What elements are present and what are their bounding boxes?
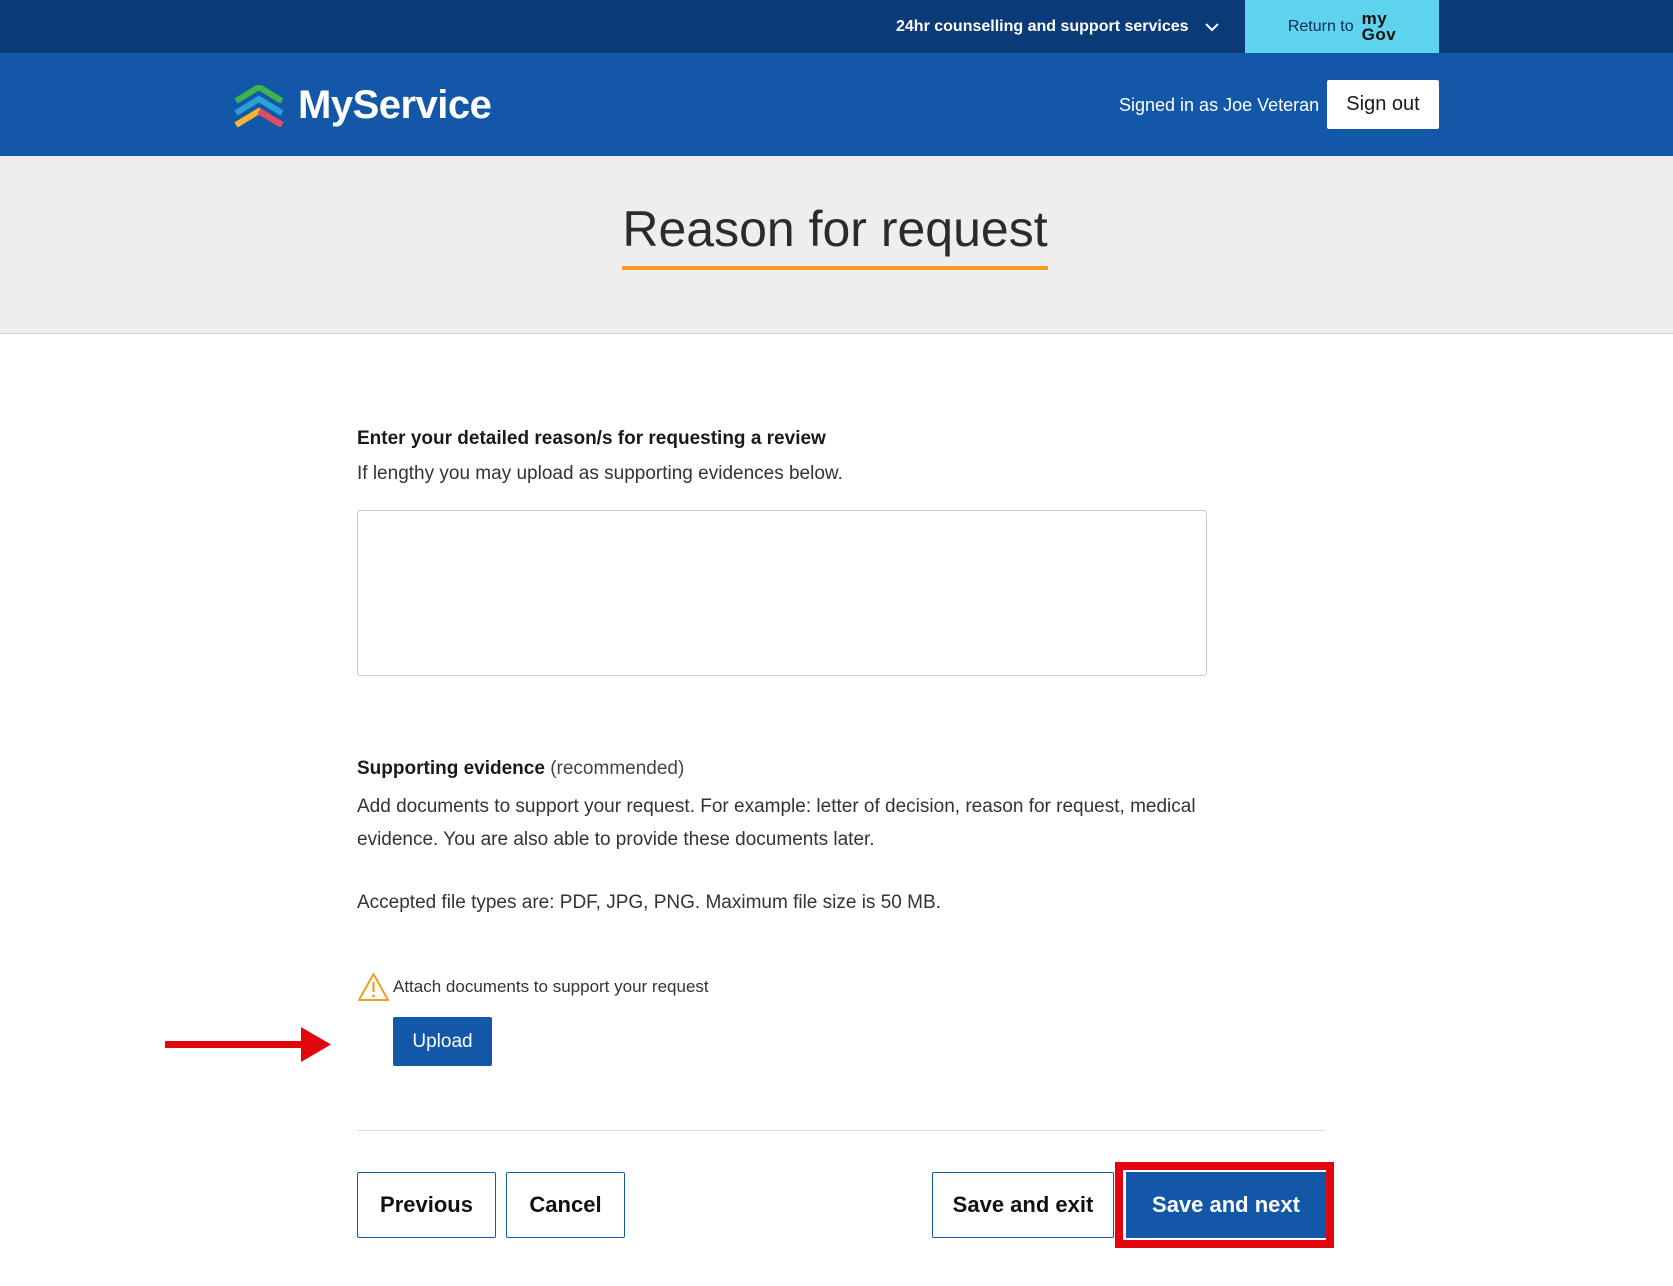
mygov-logo: my Gov (1361, 10, 1397, 44)
chevron-down-icon (1204, 22, 1219, 31)
save-and-next-button[interactable]: Save and next (1126, 1172, 1326, 1238)
reason-textarea[interactable] (357, 510, 1207, 676)
brand-name: MyService (298, 83, 492, 127)
myservice-chevron-icon (234, 84, 284, 127)
evidence-title-suffix: (recommended) (550, 758, 685, 779)
reason-hint: If lengthy you may upload as supporting … (357, 463, 843, 484)
upload-button[interactable]: Upload (393, 1017, 492, 1066)
site-header: MyService Signed in as Joe Veteran Sign … (0, 53, 1673, 156)
previous-button[interactable]: Previous (357, 1172, 496, 1238)
return-to-label: Return to (1287, 17, 1354, 35)
signed-in-text: Signed in as Joe Veteran (1119, 95, 1320, 115)
support-services-label: 24hr counselling and support services (896, 17, 1189, 35)
return-to-mygov-button[interactable]: Return to my Gov (1245, 0, 1439, 53)
warning-icon (358, 973, 389, 1001)
accepted-file-types: Accepted file types are: PDF, JPG, PNG. … (357, 892, 941, 913)
utility-bar: 24hr counselling and support services Re… (0, 0, 1673, 53)
mygov-logo-line2: Gov (1361, 24, 1397, 44)
attach-warning: Attach documents to support your request (357, 972, 709, 1002)
title-band: Reason for request (0, 156, 1673, 334)
cancel-button[interactable]: Cancel (506, 1172, 625, 1238)
save-and-exit-button[interactable]: Save and exit (932, 1172, 1114, 1238)
support-services-dropdown[interactable]: 24hr counselling and support services (896, 0, 1221, 53)
reason-label: Enter your detailed reason/s for request… (357, 428, 826, 449)
evidence-title: Supporting evidence (357, 758, 545, 779)
annotation-highlight-box: Save and next (1115, 1162, 1334, 1248)
page-title: Reason for request (622, 200, 1048, 270)
attach-warning-text: Attach documents to support your request (393, 977, 709, 996)
evidence-heading: Supporting evidence (recommended) (357, 758, 684, 780)
myservice-logo-link[interactable]: MyService (232, 83, 492, 128)
divider (357, 1130, 1325, 1131)
evidence-description: Add documents to support your request. F… (357, 796, 1196, 850)
sign-out-button[interactable]: Sign out (1327, 80, 1439, 129)
annotation-arrow-icon (165, 1027, 331, 1062)
